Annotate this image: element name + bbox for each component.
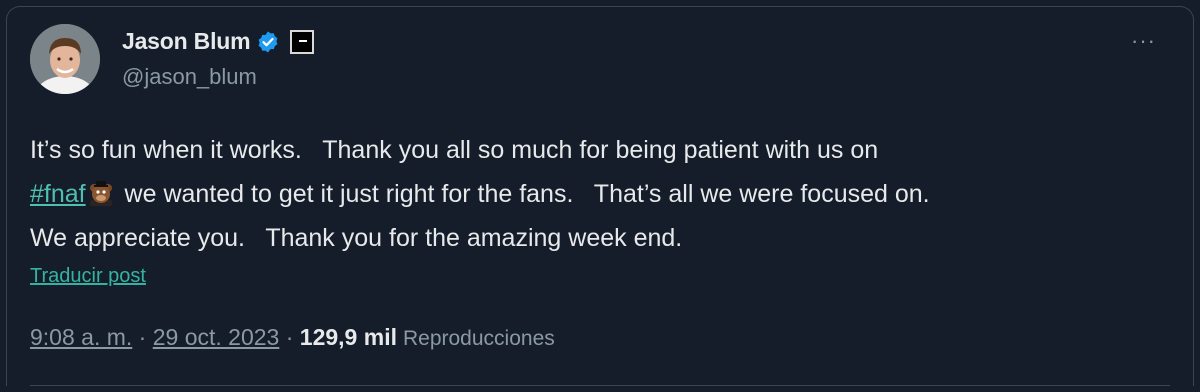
views-label: Reproducciones [402, 327, 555, 350]
author-name[interactable]: Jason Blum [122, 28, 251, 55]
hashtag-link[interactable]: #fnaf [30, 180, 86, 208]
freddy-fazbear-emoji [89, 181, 112, 206]
divider [30, 385, 1170, 386]
post-line-1: It’s so fun when it works. Thank you all… [30, 136, 879, 164]
post-meta: 9:08 a. m. · 29 oct. 2023 · 129,9 mil Re… [30, 324, 555, 351]
post-date[interactable]: 29 oct. 2023 [153, 324, 280, 351]
meta-separator-2: · [279, 324, 300, 350]
translate-post-link[interactable]: Traducir post [30, 265, 146, 288]
views-count[interactable]: 129,9 mil [300, 324, 397, 351]
avatar[interactable] [30, 24, 100, 94]
meta-separator: · [132, 324, 153, 350]
more-icon[interactable]: ··· [1131, 28, 1156, 54]
post-line-2-text: we wanted to get it just right for the f… [117, 180, 930, 208]
post-text: It’s so fun when it works. Thank you all… [30, 128, 1170, 260]
author-name-row: Jason Blum [122, 28, 315, 55]
author-handle[interactable]: @jason_blum [122, 64, 257, 90]
post-time[interactable]: 9:08 a. m. [30, 324, 132, 351]
post-line-3: We appreciate you. Thank you for the ama… [30, 224, 683, 252]
post-line-2: #fnaf we wanted to get it just right for… [30, 172, 1170, 216]
profile-photo [30, 24, 100, 94]
affiliate-badge-icon[interactable] [290, 29, 315, 54]
verified-badge-icon[interactable] [256, 30, 280, 54]
